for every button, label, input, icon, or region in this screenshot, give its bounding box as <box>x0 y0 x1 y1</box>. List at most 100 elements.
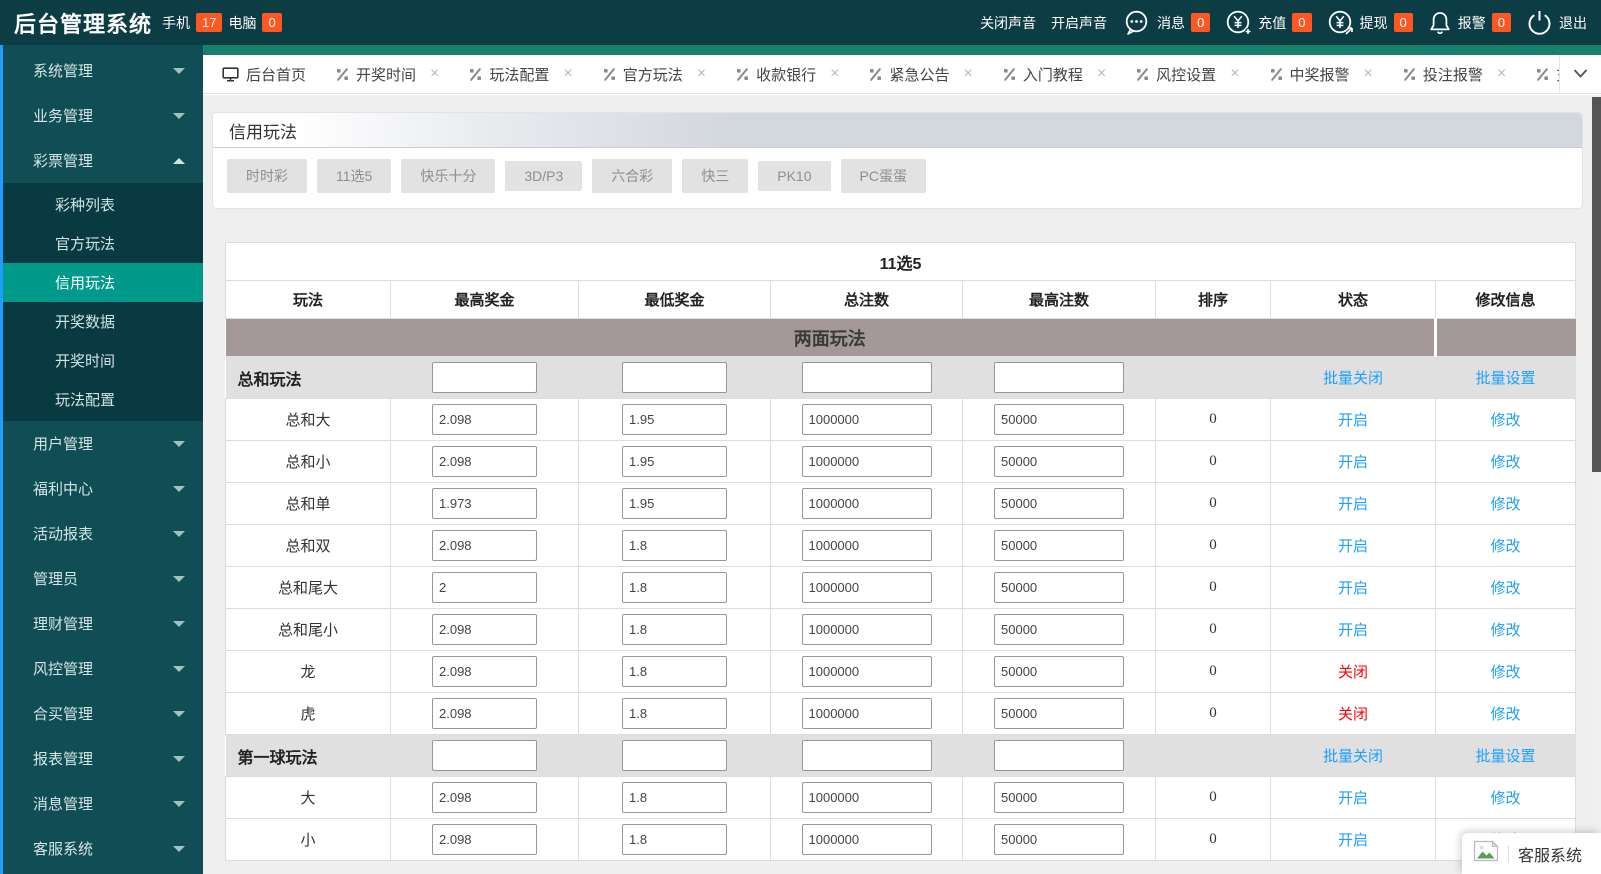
tab-9[interactable]: 投注报警 × <box>1388 55 1521 93</box>
tab-6[interactable]: 入门教程 × <box>988 55 1121 93</box>
tab-5[interactable]: 紧急公告 × <box>854 55 987 93</box>
total-bets-input[interactable] <box>801 488 932 519</box>
game-tab-7[interactable]: PC蛋蛋 <box>840 159 926 193</box>
min-prize-input[interactable] <box>622 782 727 813</box>
total-bets-input[interactable] <box>801 446 932 477</box>
max-prize-input[interactable] <box>432 572 537 603</box>
sidebar-item-5[interactable]: 活动报表 <box>3 511 203 556</box>
max-bets-input[interactable] <box>994 614 1124 645</box>
sidebar-subitem-2-4[interactable]: 开奖时间 <box>3 341 203 380</box>
sidebar-item-11[interactable]: 消息管理 <box>3 781 203 826</box>
max-prize-input[interactable] <box>432 824 537 855</box>
batch-input-3[interactable] <box>994 362 1124 393</box>
tab-0[interactable]: 后台首页 <box>207 55 321 93</box>
max-bets-input[interactable] <box>994 446 1124 477</box>
max-bets-input[interactable] <box>994 656 1124 687</box>
status-toggle-link[interactable]: 开启 <box>1338 454 1368 471</box>
scrollbar-thumb[interactable] <box>1592 97 1601 472</box>
sidebar-item-9[interactable]: 合买管理 <box>3 691 203 736</box>
close-icon[interactable]: × <box>1230 65 1239 83</box>
max-prize-input[interactable] <box>432 698 537 729</box>
sidebar-item-0[interactable]: 系统管理 <box>3 48 203 93</box>
max-bets-input[interactable] <box>994 404 1124 435</box>
total-bets-input[interactable] <box>801 530 932 561</box>
max-prize-input[interactable] <box>432 656 537 687</box>
edit-link[interactable]: 修改 <box>1491 706 1521 723</box>
sidebar-item-3[interactable]: 用户管理 <box>3 421 203 466</box>
sidebar-subitem-2-2[interactable]: 信用玩法 <box>3 263 203 302</box>
close-icon[interactable]: × <box>1097 65 1106 83</box>
status-toggle-link[interactable]: 开启 <box>1338 832 1368 849</box>
game-tab-3[interactable]: 3D/P3 <box>505 161 583 191</box>
batch-input-1[interactable] <box>622 362 727 393</box>
tab-4[interactable]: 收款银行 × <box>721 55 854 93</box>
batch-set-link[interactable]: 批量设置 <box>1476 370 1536 387</box>
status-toggle-link[interactable]: 关闭 <box>1338 706 1368 723</box>
max-bets-input[interactable] <box>994 488 1124 519</box>
game-tab-0[interactable]: 时时彩 <box>227 159 307 193</box>
close-icon[interactable]: × <box>1364 65 1373 83</box>
game-tab-4[interactable]: 六合彩 <box>592 159 673 193</box>
sidebar-subitem-2-0[interactable]: 彩种列表 <box>3 185 203 224</box>
total-bets-input[interactable] <box>801 614 932 645</box>
status-toggle-link[interactable]: 开启 <box>1338 622 1368 639</box>
sidebar-subitem-2-5[interactable]: 玩法配置 <box>3 380 203 419</box>
sidebar-item-1[interactable]: 业务管理 <box>3 93 203 138</box>
max-prize-input[interactable] <box>432 446 537 477</box>
max-bets-input[interactable] <box>994 530 1124 561</box>
max-prize-input[interactable] <box>432 404 537 435</box>
tabs-overflow-button[interactable] <box>1559 55 1601 94</box>
sound-on-button[interactable]: 开启声音 <box>1051 13 1107 33</box>
batch-input-0[interactable] <box>432 740 537 771</box>
total-bets-input[interactable] <box>801 698 932 729</box>
batch-close-link[interactable]: 批量关闭 <box>1323 370 1383 387</box>
total-bets-input[interactable] <box>801 782 932 813</box>
total-bets-input[interactable] <box>801 404 932 435</box>
max-prize-input[interactable] <box>432 614 537 645</box>
total-bets-input[interactable] <box>801 656 932 687</box>
close-icon[interactable]: × <box>830 65 839 83</box>
min-prize-input[interactable] <box>622 488 727 519</box>
sidebar-subitem-2-1[interactable]: 官方玩法 <box>3 224 203 263</box>
min-prize-input[interactable] <box>622 404 727 435</box>
vertical-scrollbar[interactable] <box>1592 95 1601 874</box>
batch-input-1[interactable] <box>622 740 727 771</box>
tab-7[interactable]: 风控设置 × <box>1121 55 1254 93</box>
min-prize-input[interactable] <box>622 446 727 477</box>
tab-2[interactable]: 玩法配置 × <box>454 55 587 93</box>
edit-link[interactable]: 修改 <box>1491 790 1521 807</box>
sidebar-item-7[interactable]: 理财管理 <box>3 601 203 646</box>
total-bets-input[interactable] <box>801 824 932 855</box>
batch-close-link[interactable]: 批量关闭 <box>1323 748 1383 765</box>
sidebar-item-10[interactable]: 报表管理 <box>3 736 203 781</box>
edit-link[interactable]: 修改 <box>1491 580 1521 597</box>
batch-input-3[interactable] <box>994 740 1124 771</box>
edit-link[interactable]: 修改 <box>1491 496 1521 513</box>
batch-input-2[interactable] <box>801 740 932 771</box>
min-prize-input[interactable] <box>622 656 727 687</box>
min-prize-input[interactable] <box>622 698 727 729</box>
max-bets-input[interactable] <box>994 572 1124 603</box>
alarm-button[interactable]: 报警 0 <box>1428 10 1511 36</box>
logout-button[interactable]: 退出 <box>1526 9 1587 36</box>
game-tab-5[interactable]: 快三 <box>682 159 749 193</box>
game-tab-6[interactable]: PK10 <box>758 161 831 191</box>
edit-link[interactable]: 修改 <box>1491 664 1521 681</box>
game-tab-1[interactable]: 11选5 <box>317 159 392 193</box>
tab-1[interactable]: 开奖时间 × <box>321 55 454 93</box>
sidebar-item-8[interactable]: 风控管理 <box>3 646 203 691</box>
sound-off-button[interactable]: 关闭声音 <box>980 13 1036 33</box>
batch-input-0[interactable] <box>432 362 537 393</box>
sidebar-item-4[interactable]: 福利中心 <box>3 466 203 511</box>
batch-input-2[interactable] <box>801 362 932 393</box>
close-icon[interactable]: × <box>430 65 439 83</box>
status-toggle-link[interactable]: 开启 <box>1338 580 1368 597</box>
edit-link[interactable]: 修改 <box>1491 622 1521 639</box>
min-prize-input[interactable] <box>622 530 727 561</box>
close-icon[interactable]: × <box>1497 65 1506 83</box>
max-prize-input[interactable] <box>432 488 537 519</box>
status-toggle-link[interactable]: 开启 <box>1338 538 1368 555</box>
edit-link[interactable]: 修改 <box>1491 538 1521 555</box>
max-bets-input[interactable] <box>994 782 1124 813</box>
max-bets-input[interactable] <box>994 824 1124 855</box>
